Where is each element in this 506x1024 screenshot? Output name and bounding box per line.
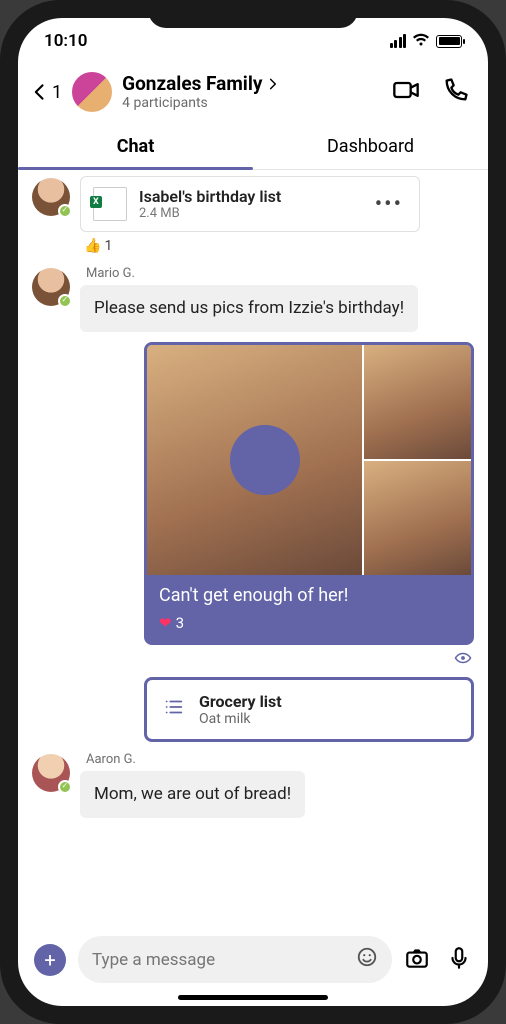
presence-icon: [58, 294, 72, 308]
excel-file-icon: X: [93, 187, 127, 221]
photo-thumbnail[interactable]: [147, 345, 362, 575]
message-row: Mario G. Please send us pics from Izzie'…: [32, 266, 474, 332]
screen: 10:10 1 Gonzales Family 4 parti: [18, 18, 488, 1006]
avatar[interactable]: [32, 178, 70, 216]
microphone-button[interactable]: [446, 945, 472, 975]
presence-icon: [58, 780, 72, 794]
message-bubble[interactable]: Please send us pics from Izzie's birthda…: [80, 285, 418, 332]
home-indicator[interactable]: [178, 995, 328, 1000]
phone-frame: 10:10 1 Gonzales Family 4 parti: [0, 0, 506, 1024]
device-notch: [148, 0, 358, 28]
file-name: Isabel's birthday list: [139, 187, 359, 206]
message-input-container[interactable]: [78, 936, 392, 983]
photo-thumbnail[interactable]: [364, 461, 471, 575]
presence-icon: [58, 204, 72, 218]
video-call-button[interactable]: [392, 76, 420, 108]
chat-title-block[interactable]: Gonzales Family 4 participants: [122, 73, 384, 111]
reaction-count: 1: [104, 238, 112, 254]
avatar[interactable]: [32, 754, 70, 792]
message-row: Aaron G. Mom, we are out of bread!: [32, 752, 474, 818]
composer: +: [18, 926, 488, 991]
file-size: 2.4 MB: [139, 206, 359, 221]
file-more-button[interactable]: •••: [371, 192, 407, 217]
message-row: Grocery list Oat milk: [32, 677, 474, 742]
sender-label: Mario G.: [86, 266, 418, 281]
battery-icon: [436, 35, 462, 48]
add-attachment-button[interactable]: +: [34, 944, 66, 976]
thumbs-up-icon: 👍: [84, 238, 101, 254]
tab-bar: Chat Dashboard: [18, 124, 488, 170]
camera-button[interactable]: [404, 945, 430, 975]
sender-label: Aaron G.: [86, 752, 305, 767]
chat-title: Gonzales Family: [122, 73, 262, 95]
message-list[interactable]: X Isabel's birthday list 2.4 MB ••• 👍 1: [18, 170, 488, 926]
heart-icon: ❤: [159, 614, 172, 632]
message-row: X Isabel's birthday list 2.4 MB ••• 👍 1: [32, 176, 474, 256]
photo-thumbnail[interactable]: [364, 345, 471, 459]
clock: 10:10: [44, 31, 87, 51]
reaction-count: 3: [176, 614, 184, 632]
avatar[interactable]: [32, 268, 70, 306]
emoji-button[interactable]: [356, 946, 378, 973]
cellular-icon: [390, 34, 407, 48]
task-subtitle: Oat milk: [199, 711, 282, 727]
chevron-right-icon: [266, 77, 280, 91]
tab-chat[interactable]: Chat: [18, 124, 253, 169]
file-attachment-card[interactable]: X Isabel's birthday list 2.4 MB •••: [80, 176, 420, 232]
audio-call-button[interactable]: [442, 76, 470, 108]
tab-dashboard[interactable]: Dashboard: [253, 124, 488, 169]
image-caption: Can't get enough of her!: [147, 575, 471, 610]
message-input[interactable]: [92, 950, 356, 970]
reaction-bar[interactable]: ❤ 3: [147, 610, 471, 642]
status-indicators: [390, 32, 463, 51]
group-avatar[interactable]: [70, 70, 114, 114]
message-row: Can't get enough of her! ❤ 3: [32, 342, 474, 667]
wifi-icon: [412, 32, 430, 51]
chat-subtitle: 4 participants: [122, 95, 384, 111]
task-card[interactable]: Grocery list Oat milk: [144, 677, 474, 742]
read-receipt: [144, 649, 474, 667]
list-icon: [163, 696, 185, 722]
back-button[interactable]: 1: [30, 82, 62, 103]
chat-header: 1 Gonzales Family 4 participants: [18, 64, 488, 124]
image-message-card[interactable]: Can't get enough of her! ❤ 3: [144, 342, 474, 645]
message-bubble[interactable]: Mom, we are out of bread!: [80, 771, 305, 818]
back-badge: 1: [52, 82, 62, 103]
image-collage[interactable]: [147, 345, 471, 575]
reaction-bar[interactable]: 👍 1: [80, 236, 420, 256]
task-title: Grocery list: [199, 692, 282, 711]
